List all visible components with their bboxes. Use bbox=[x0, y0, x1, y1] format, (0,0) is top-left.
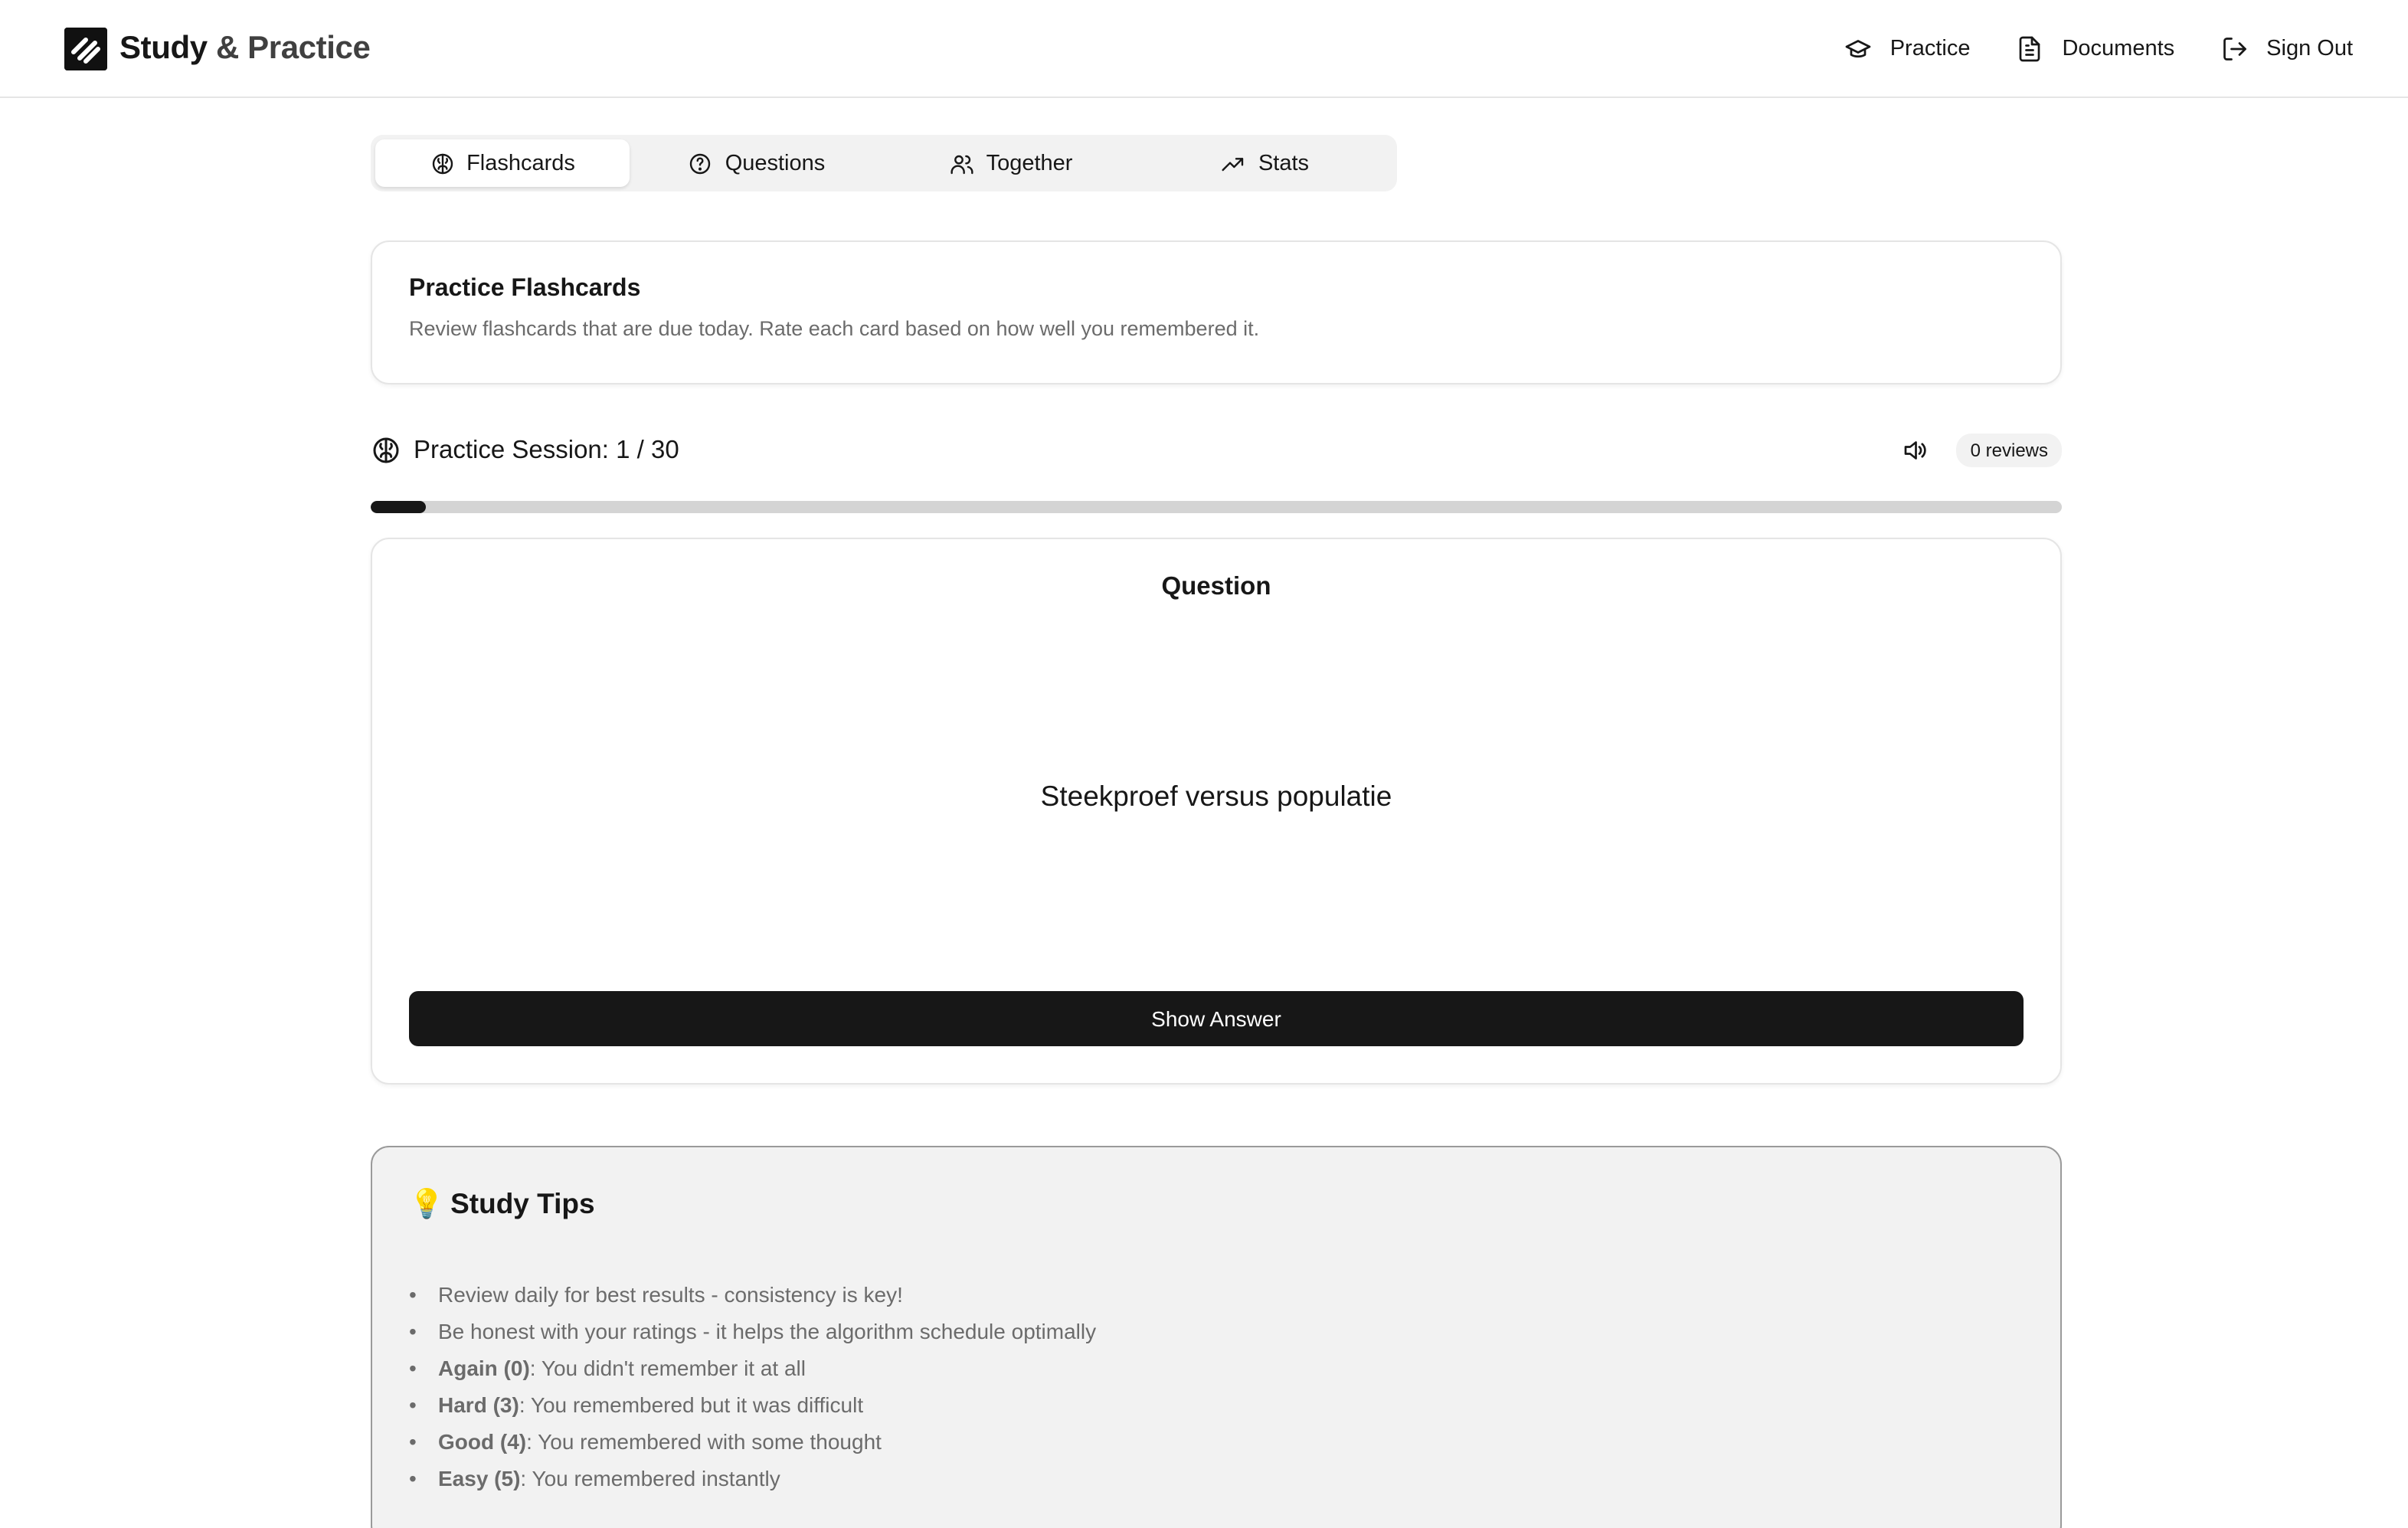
session-controls: 0 reviews bbox=[1902, 434, 2062, 467]
brain-icon bbox=[431, 152, 453, 174]
brand[interactable]: Study & Practice bbox=[64, 27, 371, 70]
nav-practice-link[interactable]: Practice bbox=[1844, 34, 1971, 62]
top-nav: Practice Documents Sign Out bbox=[1844, 34, 2353, 62]
nav-practice-label: Practice bbox=[1889, 36, 1971, 61]
document-icon bbox=[2020, 35, 2040, 61]
tip-item: Hard (3): You remembered but it was diff… bbox=[409, 1386, 2024, 1423]
help-circle-icon bbox=[690, 152, 711, 174]
tab-stats-label: Stats bbox=[1258, 151, 1310, 175]
brain-icon bbox=[373, 437, 399, 463]
tip-item: Be honest with your ratings - it helps t… bbox=[409, 1313, 2024, 1350]
tab-list: Flashcards Questions Together Stats bbox=[371, 135, 1397, 191]
intro-card: Practice Flashcards Review flashcards th… bbox=[371, 240, 2062, 384]
tab-questions-label: Questions bbox=[725, 151, 826, 175]
nav-sign-out-link[interactable]: Sign Out bbox=[2220, 34, 2353, 62]
tab-stats[interactable]: Stats bbox=[1138, 139, 1392, 187]
study-tips-panel: 💡 Study Tips Review daily for best resul… bbox=[371, 1146, 2062, 1528]
brand-title-main: Study bbox=[119, 30, 208, 65]
session-progress-bar bbox=[371, 501, 2062, 513]
intro-description: Review flashcards that are due today. Ra… bbox=[409, 317, 1260, 340]
tab-together-label: Together bbox=[986, 151, 1073, 175]
brand-title: Study & Practice bbox=[119, 30, 371, 67]
main-content: Flashcards Questions Together Stats Prac… bbox=[371, 135, 2062, 1528]
tab-flashcards-label: Flashcards bbox=[466, 151, 575, 175]
app-logo-icon bbox=[64, 27, 107, 70]
tip-item: Again (0): You didn't remember it at all bbox=[409, 1350, 2024, 1386]
intro-title: Practice Flashcards bbox=[409, 276, 641, 302]
tab-together[interactable]: Together bbox=[884, 139, 1138, 187]
reviews-badge: 0 reviews bbox=[1956, 434, 2062, 467]
tab-questions[interactable]: Questions bbox=[630, 139, 884, 187]
tip-item: Easy (5): You remembered instantly bbox=[409, 1460, 2024, 1497]
tab-flashcards[interactable]: Flashcards bbox=[375, 139, 630, 187]
graduation-cap-icon bbox=[1845, 39, 1871, 57]
nav-sign-out-label: Sign Out bbox=[2266, 36, 2353, 61]
trending-up-icon bbox=[1222, 157, 1245, 171]
session-header: Practice Session: 1 / 30 0 reviews bbox=[371, 434, 2062, 467]
lightbulb-icon: 💡 bbox=[409, 1187, 445, 1219]
flashcard-side-label: Question bbox=[1161, 573, 1271, 600]
tip-item: Review daily for best results - consiste… bbox=[409, 1276, 2024, 1313]
session-title-group: Practice Session: 1 / 30 bbox=[371, 435, 679, 466]
session-title: Practice Session: 1 / 30 bbox=[414, 436, 679, 463]
brand-title-sub: & Practice bbox=[215, 30, 371, 65]
study-tips-list: Review daily for best results - consiste… bbox=[409, 1276, 2024, 1497]
study-tips-title: Study Tips bbox=[450, 1187, 595, 1219]
top-header: Study & Practice Practice Documents Sign… bbox=[0, 0, 2408, 98]
study-tips-heading: 💡 Study Tips bbox=[409, 1187, 2024, 1221]
show-answer-button[interactable]: Show Answer bbox=[409, 991, 2024, 1046]
session-progress-fill bbox=[371, 501, 427, 513]
tip-item: Good (4): You remembered with some thoug… bbox=[409, 1423, 2024, 1460]
nav-documents-link[interactable]: Documents bbox=[2016, 34, 2174, 62]
nav-documents-label: Documents bbox=[2062, 36, 2175, 61]
sign-out-icon bbox=[2223, 37, 2246, 60]
users-icon bbox=[950, 154, 973, 174]
flashcard: Question Steekproef versus populatie Sho… bbox=[371, 538, 2062, 1085]
speaker-icon[interactable] bbox=[1902, 437, 1929, 464]
flashcard-text: Steekproef versus populatie bbox=[1040, 780, 1392, 812]
